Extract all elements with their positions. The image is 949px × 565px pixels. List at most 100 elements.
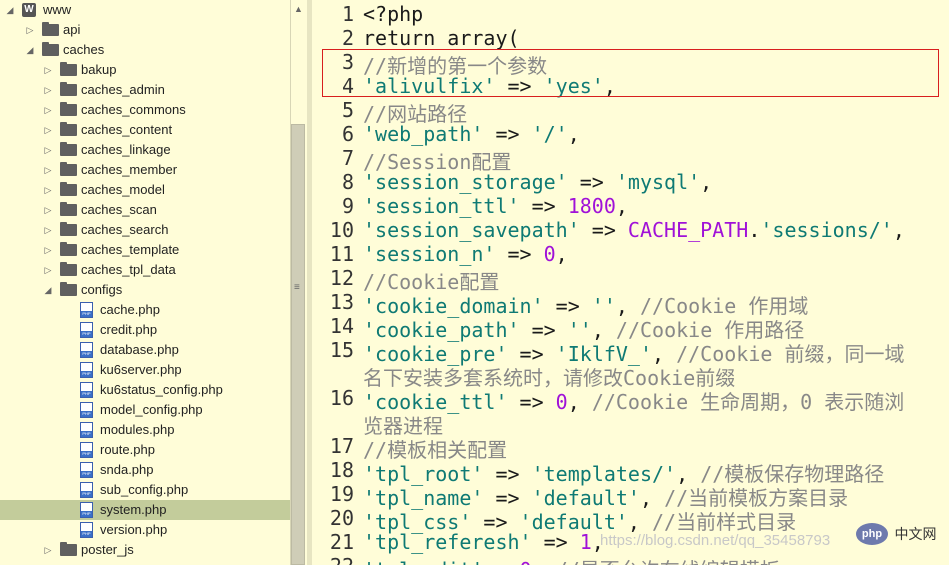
tree-folder-item[interactable]: ▷ caches_scan xyxy=(0,200,290,220)
tree-file-item[interactable]: model_config.php xyxy=(0,400,290,420)
expand-arrow-icon[interactable]: ▷ xyxy=(42,140,54,160)
tree-folder-item[interactable]: ▷ caches_linkage xyxy=(0,140,290,160)
code-token: => xyxy=(507,390,556,414)
scroll-up-icon[interactable]: ▲ xyxy=(294,4,303,14)
expand-arrow-icon[interactable]: ▷ xyxy=(42,100,54,120)
expand-arrow-icon[interactable]: ▷ xyxy=(42,260,54,280)
collapse-arrow-icon[interactable]: ◢ xyxy=(4,0,16,20)
expand-arrow-icon[interactable]: ▷ xyxy=(42,200,54,220)
expand-arrow-icon[interactable]: ▷ xyxy=(42,240,54,260)
folder-icon xyxy=(60,282,77,296)
line-number: 6 xyxy=(341,122,354,146)
code-token: <?php xyxy=(363,2,424,26)
tree-file-item[interactable]: database.php xyxy=(0,340,290,360)
tree-item-label: configs xyxy=(81,282,123,297)
tree-folder-item[interactable]: ▷ caches_admin xyxy=(0,80,290,100)
tree-file-item[interactable]: sub_config.php xyxy=(0,480,290,500)
tree-folder-item[interactable]: ◢ Wwww xyxy=(0,0,290,20)
folder-icon xyxy=(42,42,59,56)
collapse-arrow-icon[interactable]: ◢ xyxy=(24,40,36,60)
tree-folder-item[interactable]: ▷ caches_commons xyxy=(0,100,290,120)
watermark-url: https://blog.csdn.net/qq_35458793 xyxy=(600,532,831,549)
code-line[interactable]: return array( xyxy=(363,26,520,50)
code-token: => xyxy=(567,170,616,194)
code-token: , xyxy=(555,242,568,266)
expand-arrow-icon[interactable]: ▷ xyxy=(42,120,54,140)
folder-icon xyxy=(60,542,77,556)
line-number: 18 xyxy=(329,458,354,482)
php-file-icon xyxy=(80,422,93,438)
code-token: //当前样式目录 xyxy=(652,510,797,534)
expand-arrow-icon[interactable]: ▷ xyxy=(42,180,54,200)
folder-icon xyxy=(60,122,77,136)
site-root-icon: W xyxy=(22,3,36,17)
tree-file-item[interactable]: cache.php xyxy=(0,300,290,320)
code-token: 'tpl_edit' xyxy=(363,558,483,565)
code-line[interactable]: 'session_n' => 0, xyxy=(363,242,568,266)
scroll-grip-icon[interactable]: ≡ xyxy=(294,282,300,293)
tree-file-item[interactable]: system.php xyxy=(0,500,290,520)
tree-item-label: bakup xyxy=(81,62,117,77)
folder-icon xyxy=(60,102,77,116)
tree-folder-item[interactable]: ▷ caches_search xyxy=(0,220,290,240)
tree-folder-item[interactable]: ◢ configs xyxy=(0,280,290,300)
tree-file-item[interactable]: version.php xyxy=(0,520,290,540)
code-line[interactable]: 'cookie_ttl' => 0, //Cookie 生命周期，0 表示随浏 xyxy=(363,386,904,415)
tree-scrollbar-thumb[interactable] xyxy=(291,124,305,565)
tree-folder-item[interactable]: ◢ caches xyxy=(0,40,290,60)
code-token: 1 xyxy=(579,530,592,554)
tree-item-label: caches_model xyxy=(81,182,165,197)
collapse-arrow-icon[interactable]: ◢ xyxy=(42,280,54,300)
tree-folder-item[interactable]: ▷ caches_content xyxy=(0,120,290,140)
tree-file-item[interactable]: ku6server.php xyxy=(0,360,290,380)
code-token: '/' xyxy=(531,122,568,146)
tree-folder-item[interactable]: ▷ caches_model xyxy=(0,180,290,200)
tree-item-label: ku6status_config.php xyxy=(100,382,223,397)
tree-folder-item[interactable]: ▷ caches_tpl_data xyxy=(0,260,290,280)
code-line[interactable]: 'session_savepath' => CACHE_PATH.'sessio… xyxy=(363,218,905,242)
tree-file-item[interactable]: ku6status_config.php xyxy=(0,380,290,400)
tree-folder-item[interactable]: ▷ bakup xyxy=(0,60,290,80)
code-token: 1800 xyxy=(567,194,616,218)
tree-folder-item[interactable]: ▷ caches_template xyxy=(0,240,290,260)
expand-arrow-icon[interactable]: ▷ xyxy=(42,60,54,80)
tree-file-item[interactable]: modules.php xyxy=(0,420,290,440)
tree-file-item[interactable]: credit.php xyxy=(0,320,290,340)
expand-arrow-icon[interactable]: ▷ xyxy=(42,160,54,180)
tree-folder-item[interactable]: ▷ caches_member xyxy=(0,160,290,180)
expand-arrow-icon[interactable]: ▷ xyxy=(42,540,54,560)
php-logo-icon: php xyxy=(856,523,888,545)
folder-icon xyxy=(60,182,77,196)
line-number: 19 xyxy=(329,482,354,506)
tree-folder-item[interactable]: ▷ api xyxy=(0,20,290,40)
line-number: 9 xyxy=(341,194,354,218)
code-token: . xyxy=(748,218,761,242)
tree-item-label: caches_linkage xyxy=(81,142,171,157)
code-token: 'session_n' xyxy=(363,242,496,266)
code-token: return array( xyxy=(363,26,520,50)
code-line[interactable]: 'session_storage' => 'mysql', xyxy=(363,170,712,194)
tree-item-label: caches_commons xyxy=(81,102,186,117)
tree-item-label: database.php xyxy=(100,342,179,357)
folder-icon xyxy=(60,162,77,176)
code-line[interactable]: <?php xyxy=(363,2,423,26)
expand-arrow-icon[interactable]: ▷ xyxy=(42,80,54,100)
folder-icon xyxy=(60,222,77,236)
code-token: 0 xyxy=(543,242,556,266)
code-line[interactable]: 'tpl_edit'=> 0, //是否允许在线编辑模板 xyxy=(363,554,780,565)
code-token: 'mysql' xyxy=(615,170,701,194)
expand-arrow-icon[interactable]: ▷ xyxy=(24,20,36,40)
code-token: => xyxy=(483,122,532,146)
code-line[interactable]: 'tpl_referesh' => 1, xyxy=(363,530,604,554)
tree-file-item[interactable]: snda.php xyxy=(0,460,290,480)
expand-arrow-icon[interactable]: ▷ xyxy=(42,220,54,240)
tree-file-item[interactable]: route.php xyxy=(0,440,290,460)
tree-folder-item[interactable]: ▷ poster_js xyxy=(0,540,290,560)
php-file-icon xyxy=(80,502,93,518)
line-number: 15 xyxy=(329,338,354,362)
code-token: , xyxy=(627,510,653,534)
code-line[interactable]: 'web_path' => '/', xyxy=(363,122,580,146)
code-token: 0 xyxy=(555,390,568,414)
php-file-icon xyxy=(80,482,93,498)
code-line[interactable]: 'session_ttl' => 1800, xyxy=(363,194,628,218)
